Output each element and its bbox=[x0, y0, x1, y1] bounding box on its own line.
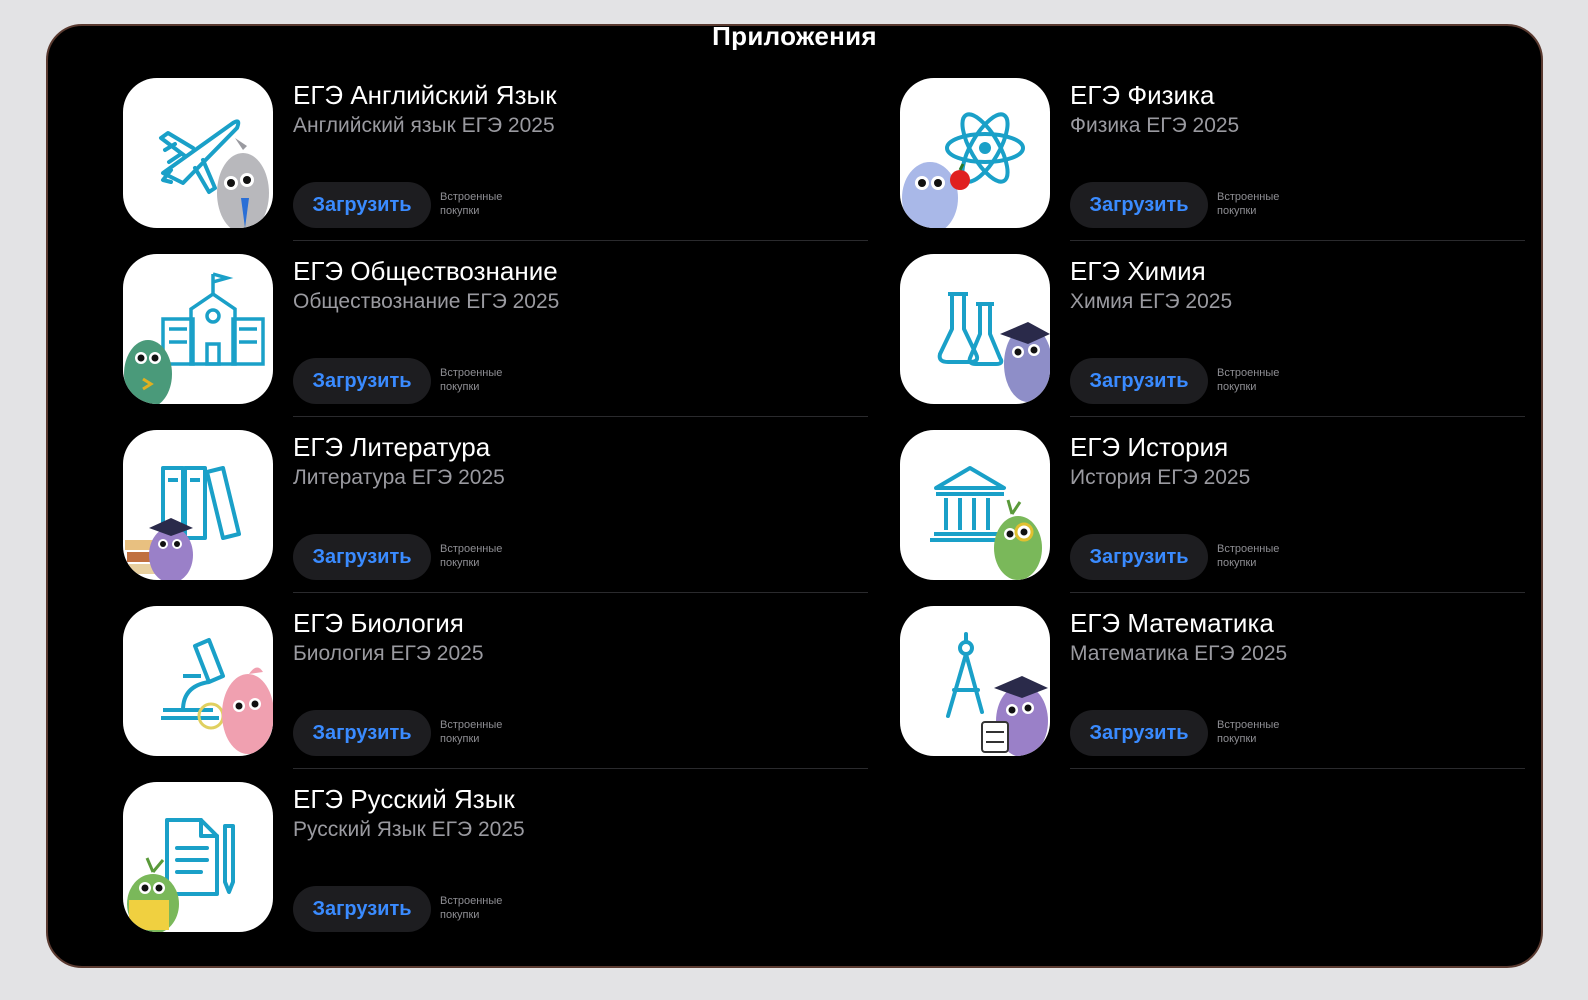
app-subtitle: Английский язык ЕГЭ 2025 bbox=[293, 114, 555, 137]
get-button-chemistry[interactable]: Загрузить bbox=[1070, 358, 1208, 404]
school-building-icon[interactable] bbox=[123, 254, 273, 404]
app-row-english[interactable]: ЕГЭ Английский Язык Английский язык ЕГЭ … bbox=[123, 78, 883, 254]
in-app-purchases-note: Встроенные покупки bbox=[440, 543, 503, 569]
document-icon[interactable] bbox=[123, 782, 273, 932]
books-icon[interactable] bbox=[123, 430, 273, 580]
app-row-russian[interactable]: ЕГЭ Русский Язык Русский Язык ЕГЭ 2025 З… bbox=[123, 782, 883, 958]
app-name: ЕГЭ Английский Язык bbox=[293, 80, 557, 110]
app-row-social-studies[interactable]: ЕГЭ Обществознание Обществознание ЕГЭ 20… bbox=[123, 254, 883, 430]
get-button-literature[interactable]: Загрузить bbox=[293, 534, 431, 580]
in-app-purchases-note: Встроенные покупки bbox=[440, 895, 503, 921]
in-app-purchases-note: Встроенные покупки bbox=[1217, 367, 1280, 393]
divider bbox=[1070, 416, 1525, 417]
app-list-panel: Приложения ЕГЭ Английский Язык Английски… bbox=[46, 24, 1543, 968]
airplane-icon[interactable] bbox=[123, 78, 273, 228]
app-name: ЕГЭ Химия bbox=[1070, 256, 1206, 286]
app-row-biology[interactable]: ЕГЭ Биология Биология ЕГЭ 2025 Загрузить… bbox=[123, 606, 883, 782]
museum-icon[interactable] bbox=[900, 430, 1050, 580]
get-button-biology[interactable]: Загрузить bbox=[293, 710, 431, 756]
in-app-purchases-note: Встроенные покупки bbox=[440, 367, 503, 393]
get-button-math[interactable]: Загрузить bbox=[1070, 710, 1208, 756]
app-name: ЕГЭ Обществознание bbox=[293, 256, 558, 286]
app-subtitle: Обществознание ЕГЭ 2025 bbox=[293, 290, 560, 313]
app-name: ЕГЭ Физика bbox=[1070, 80, 1215, 110]
app-row-physics[interactable]: ЕГЭ Физика Физика ЕГЭ 2025 Загрузить Вст… bbox=[900, 78, 1541, 254]
app-subtitle: Математика ЕГЭ 2025 bbox=[1070, 642, 1288, 665]
app-subtitle: Литература ЕГЭ 2025 bbox=[293, 466, 505, 489]
divider bbox=[293, 240, 868, 241]
app-subtitle: Биология ЕГЭ 2025 bbox=[293, 642, 484, 665]
divider bbox=[293, 592, 868, 593]
atom-icon[interactable] bbox=[900, 78, 1050, 228]
app-row-chemistry[interactable]: ЕГЭ Химия Химия ЕГЭ 2025 Загрузить Встро… bbox=[900, 254, 1541, 430]
get-button-physics[interactable]: Загрузить bbox=[1070, 182, 1208, 228]
divider bbox=[293, 768, 868, 769]
app-subtitle: Физика ЕГЭ 2025 bbox=[1070, 114, 1240, 137]
section-title: Приложения bbox=[712, 24, 877, 50]
in-app-purchases-note: Встроенные покупки bbox=[1217, 191, 1280, 217]
app-name: ЕГЭ Биология bbox=[293, 608, 464, 638]
divider bbox=[1070, 768, 1525, 769]
get-button-social-studies[interactable]: Загрузить bbox=[293, 358, 431, 404]
in-app-purchases-note: Встроенные покупки bbox=[1217, 719, 1280, 745]
app-row-math[interactable]: ЕГЭ Математика Математика ЕГЭ 2025 Загру… bbox=[900, 606, 1541, 782]
in-app-purchases-note: Встроенные покупки bbox=[440, 191, 503, 217]
compass-icon[interactable] bbox=[900, 606, 1050, 756]
get-button-russian[interactable]: Загрузить bbox=[293, 886, 431, 932]
app-name: ЕГЭ Математика bbox=[1070, 608, 1274, 638]
get-button-english[interactable]: Загрузить bbox=[293, 182, 431, 228]
microscope-icon[interactable] bbox=[123, 606, 273, 756]
app-name: ЕГЭ Литература bbox=[293, 432, 491, 462]
divider bbox=[293, 416, 868, 417]
app-subtitle: История ЕГЭ 2025 bbox=[1070, 466, 1251, 489]
app-name: ЕГЭ Русский Язык bbox=[293, 784, 515, 814]
in-app-purchases-note: Встроенные покупки bbox=[440, 719, 503, 745]
app-name: ЕГЭ История bbox=[1070, 432, 1229, 462]
app-subtitle: Химия ЕГЭ 2025 bbox=[1070, 290, 1233, 313]
flasks-icon[interactable] bbox=[900, 254, 1050, 404]
app-row-literature[interactable]: ЕГЭ Литература Литература ЕГЭ 2025 Загру… bbox=[123, 430, 883, 606]
app-row-history[interactable]: ЕГЭ История История ЕГЭ 2025 Загрузить В… bbox=[900, 430, 1541, 606]
get-button-history[interactable]: Загрузить bbox=[1070, 534, 1208, 580]
divider bbox=[1070, 240, 1525, 241]
app-subtitle: Русский Язык ЕГЭ 2025 bbox=[293, 818, 525, 841]
in-app-purchases-note: Встроенные покупки bbox=[1217, 543, 1280, 569]
divider bbox=[1070, 592, 1525, 593]
